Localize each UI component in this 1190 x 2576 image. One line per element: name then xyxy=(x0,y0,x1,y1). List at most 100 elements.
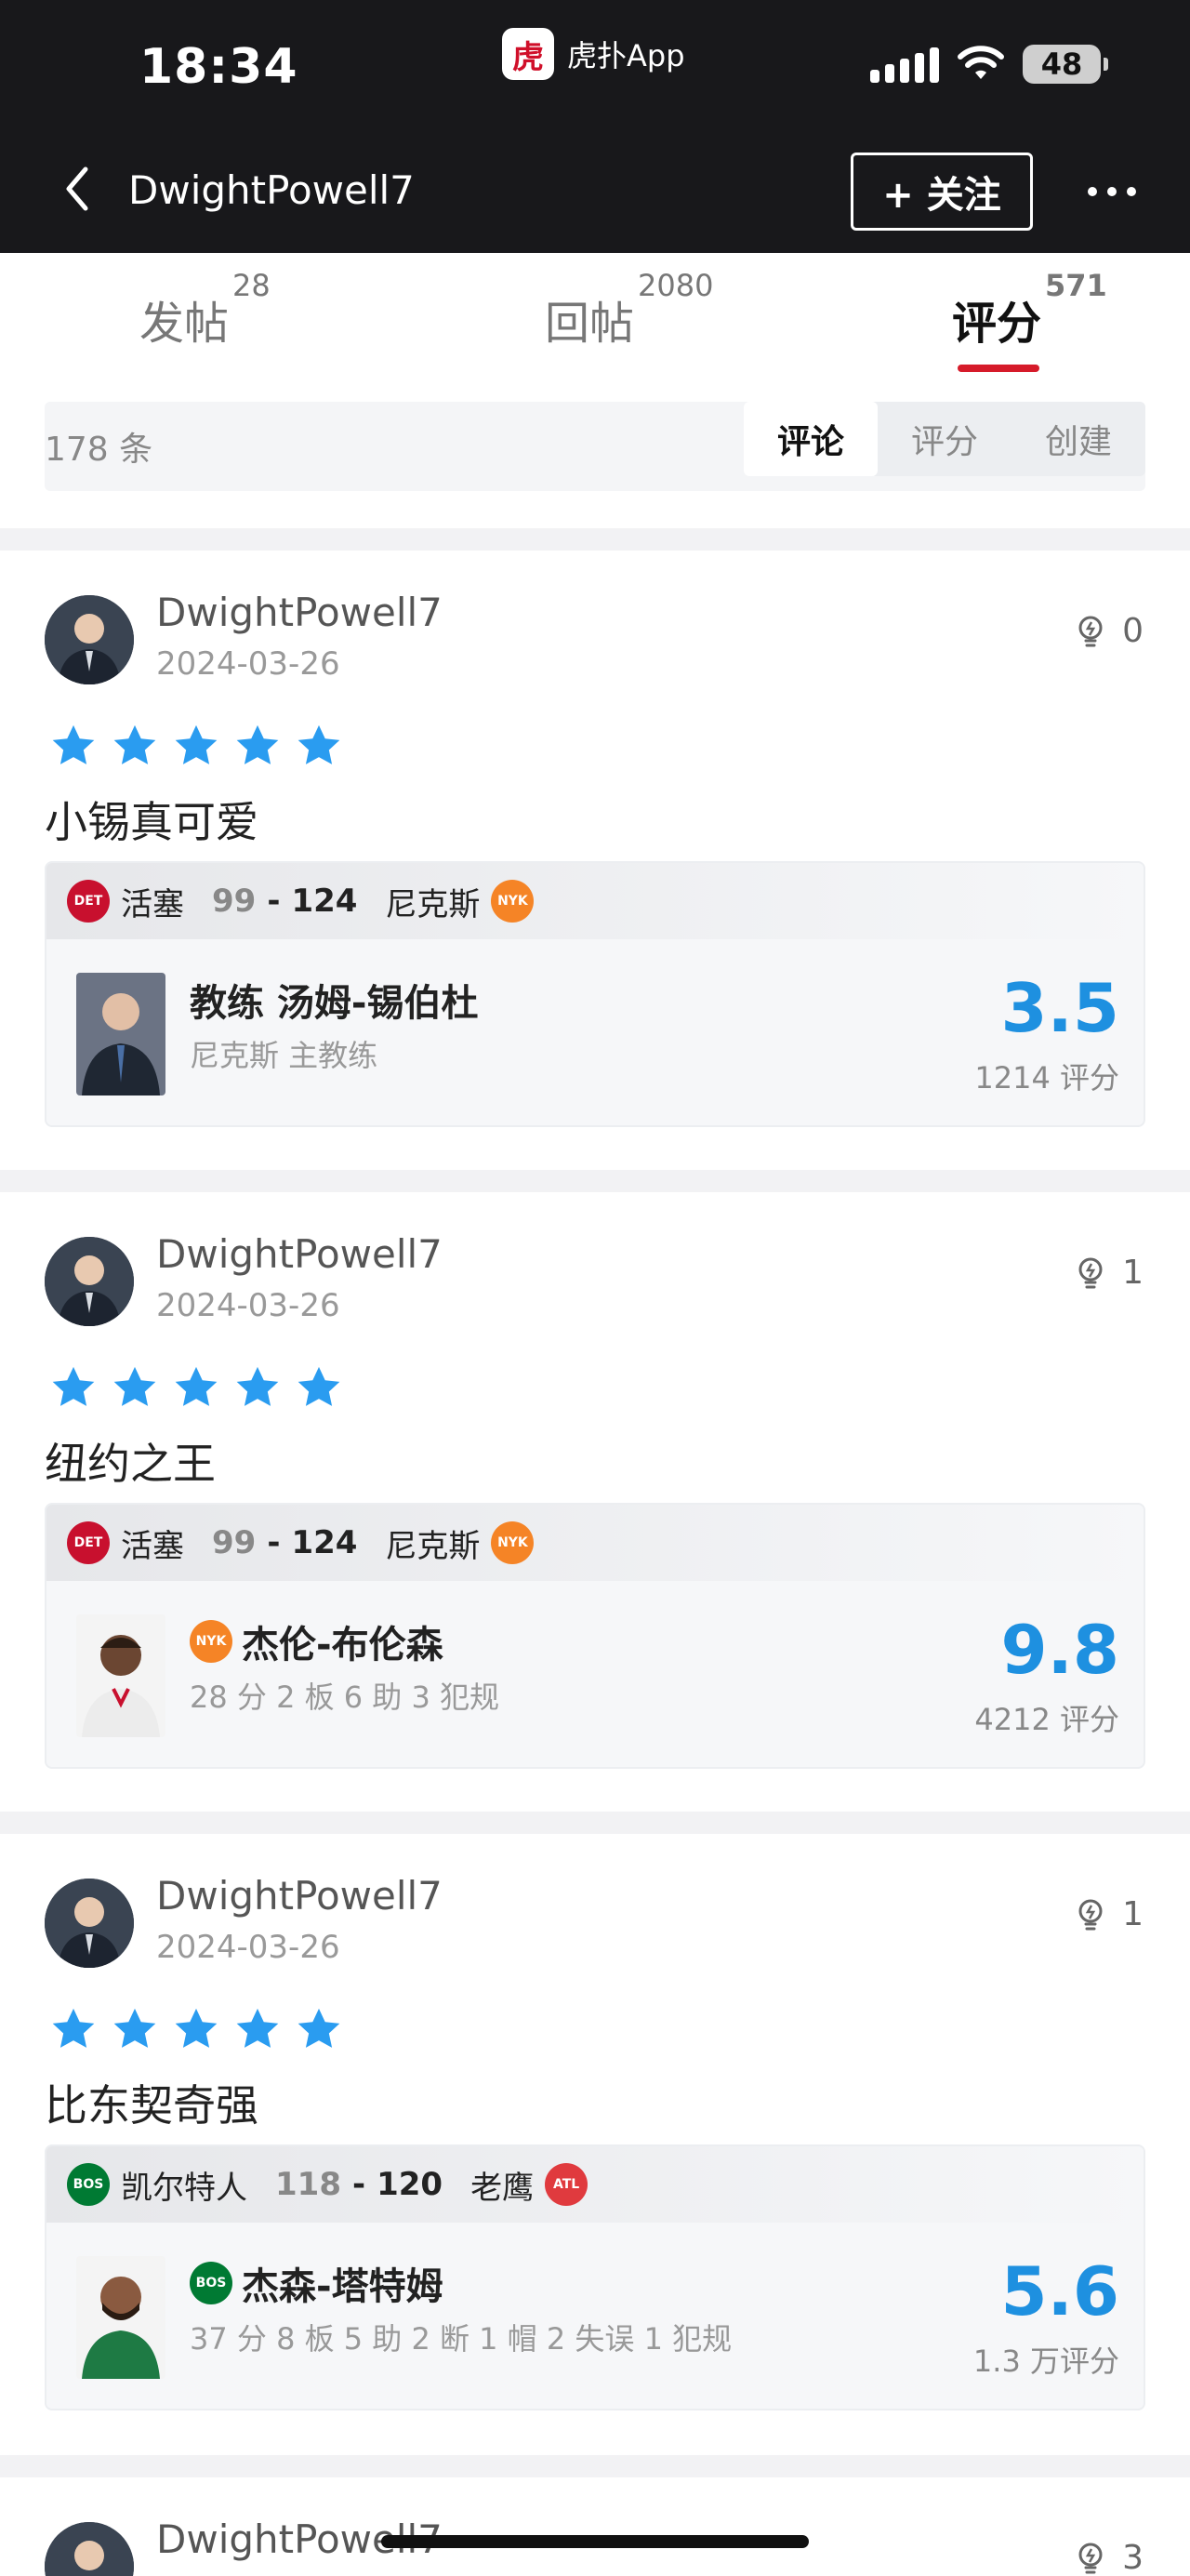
subject-photo xyxy=(76,1614,165,1737)
star-rating xyxy=(48,722,344,770)
section-divider xyxy=(0,1170,1190,1192)
team-a-score: 99 xyxy=(212,883,257,920)
star-icon xyxy=(298,724,340,764)
star-rating xyxy=(48,1363,344,1412)
team-logo-icon: BOS xyxy=(67,2163,110,2206)
segment-comments[interactable]: 评论 xyxy=(744,402,878,476)
team-logo-icon: ATL xyxy=(545,2163,588,2206)
game-scoreline[interactable]: DET 活塞 99-124 尼克斯 NYK xyxy=(46,863,1144,939)
average-rating: 5.6 xyxy=(1000,2252,1119,2330)
tab-label: 回帖 xyxy=(545,298,635,350)
subject-name-row: 教练 汤姆-锡伯杜 xyxy=(190,973,479,1027)
segment-control: 评论 评分 创建 xyxy=(744,402,1145,476)
game-scoreline[interactable]: BOS 凯尔特人 118-120 老鹰 ATL xyxy=(46,2146,1144,2223)
profile-tabs: 发帖28 回帖2080 评分571 xyxy=(0,253,1190,385)
team-b-score: 120 xyxy=(377,2166,443,2203)
lightbulb-icon xyxy=(1078,616,1103,646)
username[interactable]: DwightPowell7 xyxy=(156,1231,443,1277)
like-button[interactable]: 1 xyxy=(1072,1254,1144,1292)
star-icon xyxy=(298,2008,340,2048)
hupu-logo-icon: 虎 xyxy=(502,28,554,80)
review-comment: 比东契奇强 xyxy=(45,2080,258,2131)
rated-item-card[interactable]: DET 活塞 99-124 尼克斯 NYK NYK 杰伦-布伦森 28 分 2 板 6 助 3… xyxy=(45,1503,1145,1769)
rated-subject[interactable]: 教练 汤姆-锡伯杜尼克斯 主教练 3.5 1214 评分 xyxy=(46,939,1144,1125)
game-scoreline[interactable]: DET 活塞 99-124 尼克斯 NYK xyxy=(46,1505,1144,1581)
more-options-icon[interactable] xyxy=(1088,173,1136,210)
rating-count: 4212 评分 xyxy=(974,1702,1119,1737)
follow-button[interactable]: + 关注 xyxy=(851,153,1033,231)
review-comment: 小锡真可爱 xyxy=(45,797,258,847)
star-icon xyxy=(236,1366,279,1406)
battery-icon: 48 xyxy=(1023,45,1108,84)
team-logo-icon: NYK xyxy=(190,1620,232,1663)
like-button[interactable]: 1 xyxy=(1072,1895,1144,1933)
subject-name-row: NYK 杰伦-布伦森 xyxy=(190,1614,443,1668)
star-icon xyxy=(298,1366,340,1406)
tab-count: 571 xyxy=(1045,268,1107,303)
username[interactable]: DwightPowell7 xyxy=(156,590,443,635)
star-icon xyxy=(113,1366,156,1406)
tab-label: 发帖 xyxy=(139,298,230,350)
star-icon xyxy=(52,724,95,764)
signal-icon xyxy=(870,46,939,83)
status-time: 18:34 xyxy=(139,39,298,95)
like-count: 3 xyxy=(1122,2539,1144,2576)
subject-photo xyxy=(76,973,165,1095)
review-comment: 纽约之王 xyxy=(45,1439,216,1489)
subject-stats: 尼克斯 主教练 xyxy=(190,1038,378,1073)
star-icon xyxy=(175,1366,218,1406)
team-a-score: 118 xyxy=(275,2166,341,2203)
star-rating xyxy=(48,2005,344,2053)
tab-replies[interactable]: 回帖2080 xyxy=(545,268,713,352)
star-icon xyxy=(52,1366,95,1406)
team-logo-icon: DET xyxy=(67,880,110,923)
avatar[interactable] xyxy=(45,1879,134,1968)
home-indicator xyxy=(381,2535,809,2548)
team-b-score: 124 xyxy=(291,1524,358,1561)
lightbulb-icon xyxy=(1078,1899,1103,1930)
subject-name: 杰伦-布伦森 xyxy=(242,1624,443,1666)
team-logo-icon: NYK xyxy=(491,880,535,923)
avatar[interactable] xyxy=(45,1237,134,1326)
lightbulb-icon xyxy=(1078,1257,1103,1288)
tab-posts[interactable]: 发帖28 xyxy=(139,268,271,352)
avatar[interactable] xyxy=(45,595,134,684)
tab-ratings[interactable]: 评分571 xyxy=(952,268,1107,352)
average-rating: 3.5 xyxy=(1000,969,1119,1047)
back-arrow-icon[interactable] xyxy=(54,156,100,221)
team-b-name: 老鹰 xyxy=(470,2169,535,2207)
subject-name: 教练 汤姆-锡伯杜 xyxy=(190,982,479,1025)
app-indicator[interactable]: 虎 虎扑App xyxy=(502,28,685,80)
like-button[interactable]: 0 xyxy=(1072,612,1144,650)
rated-item-card[interactable]: BOS 凯尔特人 118-120 老鹰 ATL BOS 杰森-塔特姆 37 分 8 板 5 助… xyxy=(45,2144,1145,2410)
app-name: 虎扑App xyxy=(567,38,685,73)
page-title: DwightPowell7 xyxy=(128,167,415,213)
segment-created[interactable]: 创建 xyxy=(1012,402,1145,476)
subject-name-row: BOS 杰森-塔特姆 xyxy=(190,2256,443,2310)
lightbulb-icon xyxy=(1078,2543,1103,2573)
review-date: 2024-03-26 xyxy=(156,1929,340,1966)
team-a-score: 99 xyxy=(212,1524,257,1561)
rated-item-card[interactable]: DET 活塞 99-124 尼克斯 NYK 教练 汤姆-锡伯杜尼克斯 主教练 3.5 1214… xyxy=(45,861,1145,1127)
section-divider xyxy=(0,2455,1190,2477)
rated-subject[interactable]: NYK 杰伦-布伦森 28 分 2 板 6 助 3 犯规 9.8 4212 评分 xyxy=(46,1581,1144,1767)
average-rating: 9.8 xyxy=(1000,1611,1119,1689)
like-button[interactable]: 3 xyxy=(1072,2539,1144,2576)
rating-count: 1214 评分 xyxy=(974,1060,1119,1095)
username[interactable]: DwightPowell7 xyxy=(156,1873,443,1919)
team-b-name: 尼克斯 xyxy=(385,1527,481,1565)
star-icon xyxy=(113,724,156,764)
team-logo-icon: BOS xyxy=(190,2262,232,2304)
score-separator: - xyxy=(267,1524,281,1561)
rated-subject[interactable]: BOS 杰森-塔特姆 37 分 8 板 5 助 2 断 1 帽 2 失误 1 犯规 5… xyxy=(46,2223,1144,2409)
subject-photo xyxy=(76,2256,165,2379)
tab-label: 评分 xyxy=(952,298,1042,350)
section-divider xyxy=(0,1812,1190,1834)
review-date: 2024-03-26 xyxy=(156,1287,340,1324)
segment-ratings[interactable]: 评分 xyxy=(878,402,1012,476)
team-a-name: 活塞 xyxy=(121,1527,184,1565)
star-icon xyxy=(236,724,279,764)
tab-count: 28 xyxy=(232,268,271,303)
active-tab-indicator xyxy=(958,365,1039,372)
star-icon xyxy=(175,724,218,764)
